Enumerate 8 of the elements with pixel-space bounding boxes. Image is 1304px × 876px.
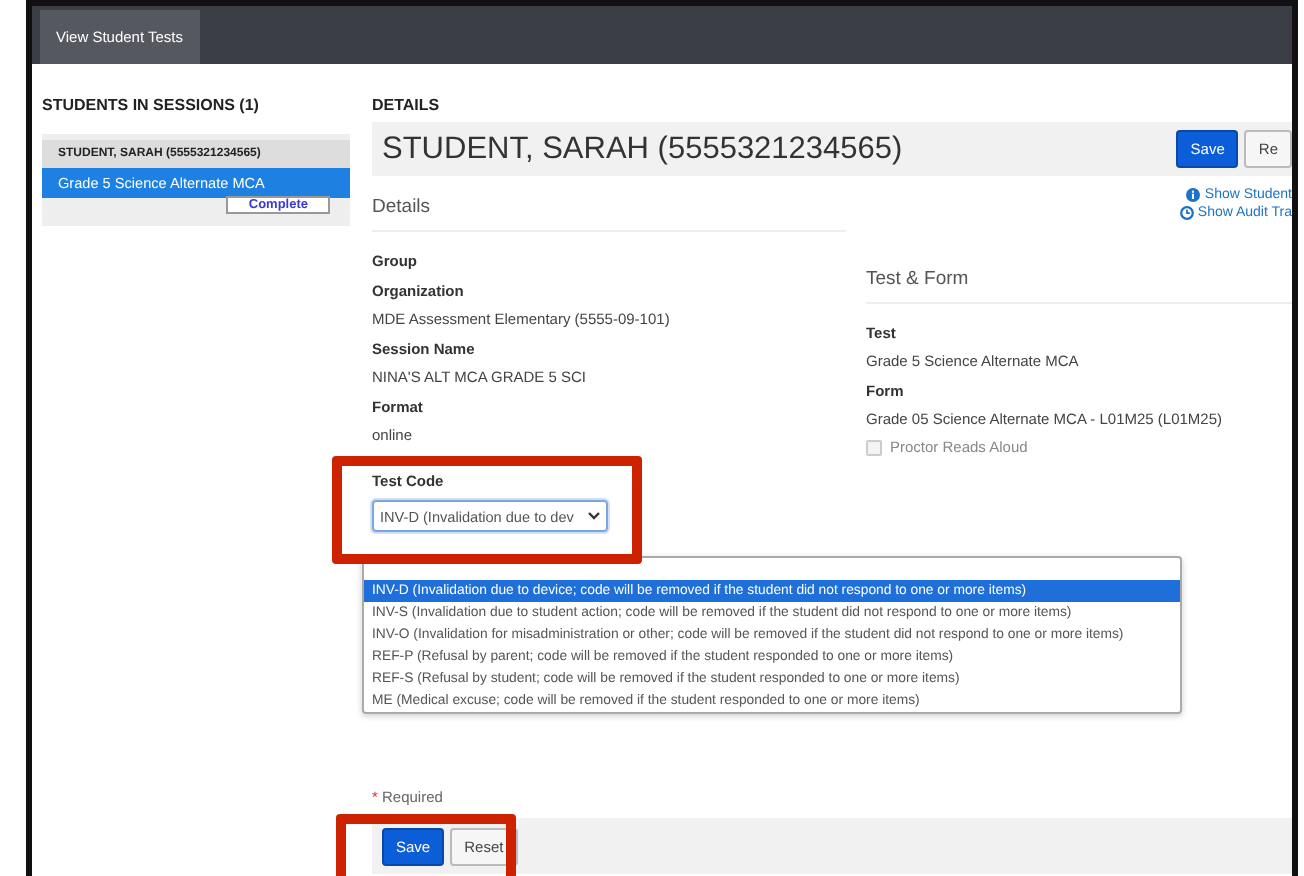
clock-icon	[1179, 206, 1194, 220]
section-title: Test & Form	[866, 248, 1292, 304]
caret-icon	[588, 512, 600, 520]
panel-heading: STUDENTS IN SESSIONS (1)	[42, 96, 261, 114]
student-name: STUDENT, SARAH (5555321234565)	[382, 131, 903, 167]
section-title: Details	[372, 176, 846, 232]
info-icon	[1186, 188, 1201, 202]
section-heading: DETAILS	[372, 96, 442, 114]
